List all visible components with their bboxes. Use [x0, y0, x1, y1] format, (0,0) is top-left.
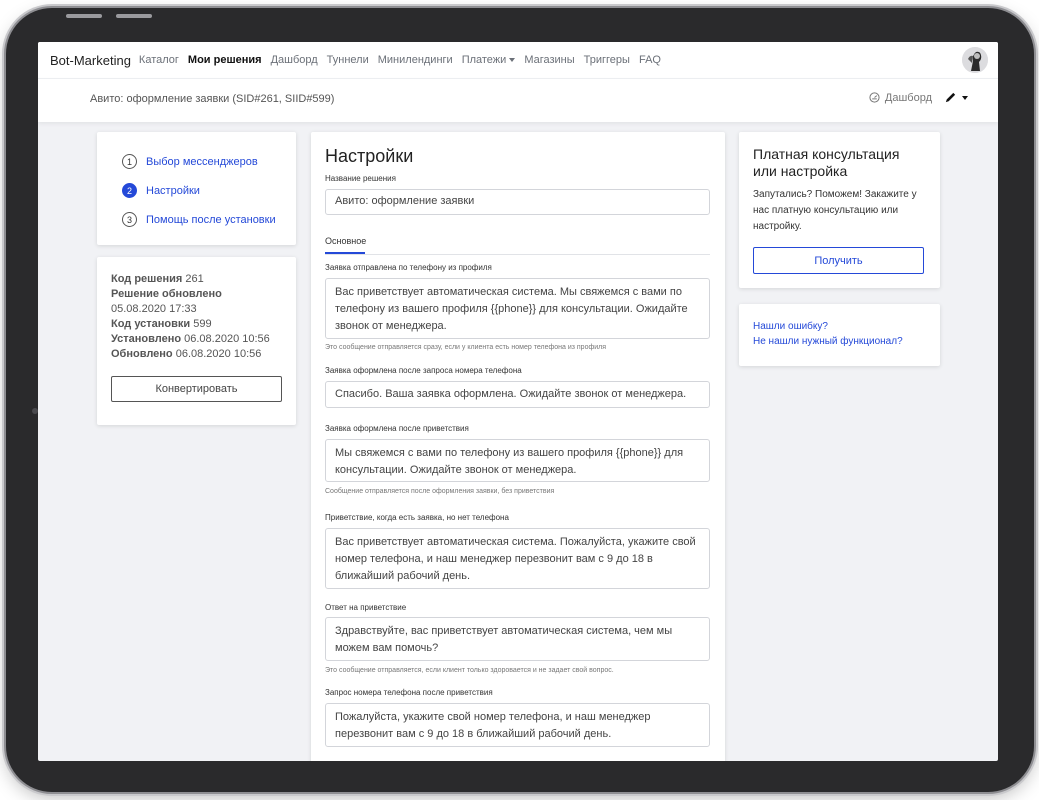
brand-logo[interactable]: Bot-Marketing — [50, 53, 131, 68]
get-consultation-button[interactable]: Получить — [753, 247, 924, 274]
consultation-card: Платная консультация или настройка Запут… — [739, 132, 940, 288]
step-settings[interactable]: 2 Настройки — [122, 183, 296, 198]
nav-triggers[interactable]: Триггеры — [584, 54, 630, 66]
dashboard-link[interactable]: Дашборд — [869, 92, 932, 104]
settings-heading: Настройки — [325, 146, 414, 166]
message-textarea[interactable]: Пожалуйста, укажите свой номер телефона,… — [325, 703, 710, 747]
tablet-button — [116, 14, 152, 18]
solution-name-input[interactable]: Авито: оформление заявки — [325, 189, 710, 215]
step-label: Настройки — [146, 184, 200, 197]
install-code: Код установки 599 — [111, 317, 282, 332]
field-hint: Это сообщение отправляется, если клиент … — [325, 667, 614, 674]
step-number: 1 — [122, 154, 137, 169]
nav-my-solutions[interactable]: Мои решения — [188, 54, 262, 66]
screen: Bot-Marketing Каталог Мои решения Дашбор… — [38, 42, 998, 761]
solution-code: Код решения 261 — [111, 272, 282, 287]
installed-date: Установлено 06.08.2020 10:56 — [111, 332, 282, 347]
consultation-title: Платная консультация или настройка — [753, 146, 900, 179]
pencil-icon — [945, 92, 956, 103]
dashboard-link-label: Дашборд — [884, 91, 932, 104]
message-textarea[interactable]: Вас приветствует автоматическая система.… — [325, 278, 710, 339]
page-title: Авито: оформление заявки (SID#261, SIID#… — [90, 93, 335, 105]
tablet-button — [66, 14, 102, 18]
sub-header-actions: Дашборд — [869, 91, 968, 104]
refreshed-date: Обновлено 06.08.2020 10:56 — [111, 347, 282, 362]
nav-payments[interactable]: Платежи — [462, 54, 516, 66]
steps-card: 1 Выбор мессенджеров 2 Настройки 3 Помощ… — [97, 132, 296, 245]
field-label: Заявка оформлена после запроса номера те… — [325, 366, 522, 375]
nav-shops[interactable]: Магазины — [524, 54, 574, 66]
missing-feature-link[interactable]: Не нашли нужный функционал? — [753, 334, 926, 349]
field-label: Ответ на приветствие — [325, 603, 407, 612]
step-number: 2 — [122, 183, 137, 198]
step-label: Помощь после установки — [146, 213, 276, 226]
solution-updated-label: Решение обновлено — [111, 287, 282, 302]
step-help[interactable]: 3 Помощь после установки — [122, 212, 296, 227]
nav-dashboard[interactable]: Дашборд — [271, 54, 318, 66]
step-number: 3 — [122, 212, 137, 227]
nav-tunnels[interactable]: Туннели — [327, 54, 369, 66]
field-hint: Сообщение отправляется после оформления … — [325, 488, 555, 495]
report-bug-link[interactable]: Нашли ошибку? — [753, 319, 926, 334]
field-label: Заявка отправлена по телефону из профиля — [325, 263, 492, 272]
nav-minilandings[interactable]: Минилендинги — [378, 54, 453, 66]
consultation-text: Запутались? Поможем! Закажите у нас плат… — [753, 189, 917, 232]
chevron-down-icon — [962, 95, 968, 100]
solution-updated-value: 05.08.2020 17:33 — [111, 303, 197, 315]
field-label: Заявка оформлена после приветствия — [325, 424, 469, 433]
tab-main[interactable]: Основное — [325, 236, 366, 246]
message-textarea[interactable]: Вас приветствует автоматическая система.… — [325, 528, 710, 589]
avatar-icon — [962, 47, 988, 73]
field-label: Запрос номера телефона после приветствия — [325, 688, 493, 697]
sub-header: Авито: оформление заявки (SID#261, SIID#… — [38, 78, 998, 122]
solution-code-label: Код решения — [111, 273, 183, 285]
step-messengers[interactable]: 1 Выбор мессенджеров — [122, 154, 296, 169]
solution-info-card: Код решения 261 Решение обновлено 05.08.… — [97, 257, 296, 425]
message-textarea[interactable]: Спасибо. Ваша заявка оформлена. Ожидайте… — [325, 381, 710, 408]
settings-card: Настройки Название решения Авито: оформл… — [311, 132, 725, 761]
message-textarea[interactable]: Здравствуйте, вас приветствует автоматич… — [325, 617, 710, 661]
avatar[interactable] — [962, 47, 988, 73]
convert-button[interactable]: Конвертировать — [111, 376, 282, 402]
solution-name-label: Название решения — [325, 174, 396, 183]
step-label: Выбор мессенджеров — [146, 155, 258, 168]
edit-menu[interactable] — [944, 91, 968, 104]
nav-catalog[interactable]: Каталог — [139, 54, 179, 66]
solution-updated-label-text: Решение обновлено — [111, 288, 222, 300]
nav-faq[interactable]: FAQ — [639, 54, 661, 66]
top-nav: Bot-Marketing Каталог Мои решения Дашбор… — [38, 42, 998, 78]
field-label: Приветствие, когда есть заявка, но нет т… — [325, 513, 509, 522]
install-code-value: 599 — [193, 318, 212, 330]
installed-date-value: 06.08.2020 10:56 — [184, 333, 270, 345]
install-code-label: Код установки — [111, 318, 191, 330]
message-textarea[interactable]: Мы свяжемся с вами по телефону из вашего… — [325, 439, 710, 482]
tab-divider — [325, 254, 710, 255]
chevron-down-icon — [509, 58, 516, 63]
installed-date-label: Установлено — [111, 333, 182, 345]
refreshed-date-value: 06.08.2020 10:56 — [175, 348, 262, 360]
field-hint: Это сообщение отправляется сразу, если у… — [325, 344, 607, 351]
refreshed-date-label: Обновлено — [111, 348, 173, 360]
speedometer-icon — [869, 92, 880, 103]
solution-code-value: 261 — [185, 273, 204, 285]
help-links-card: Нашли ошибку? Не нашли нужный функционал… — [739, 304, 940, 366]
nav-payments-label: Платежи — [461, 54, 507, 66]
